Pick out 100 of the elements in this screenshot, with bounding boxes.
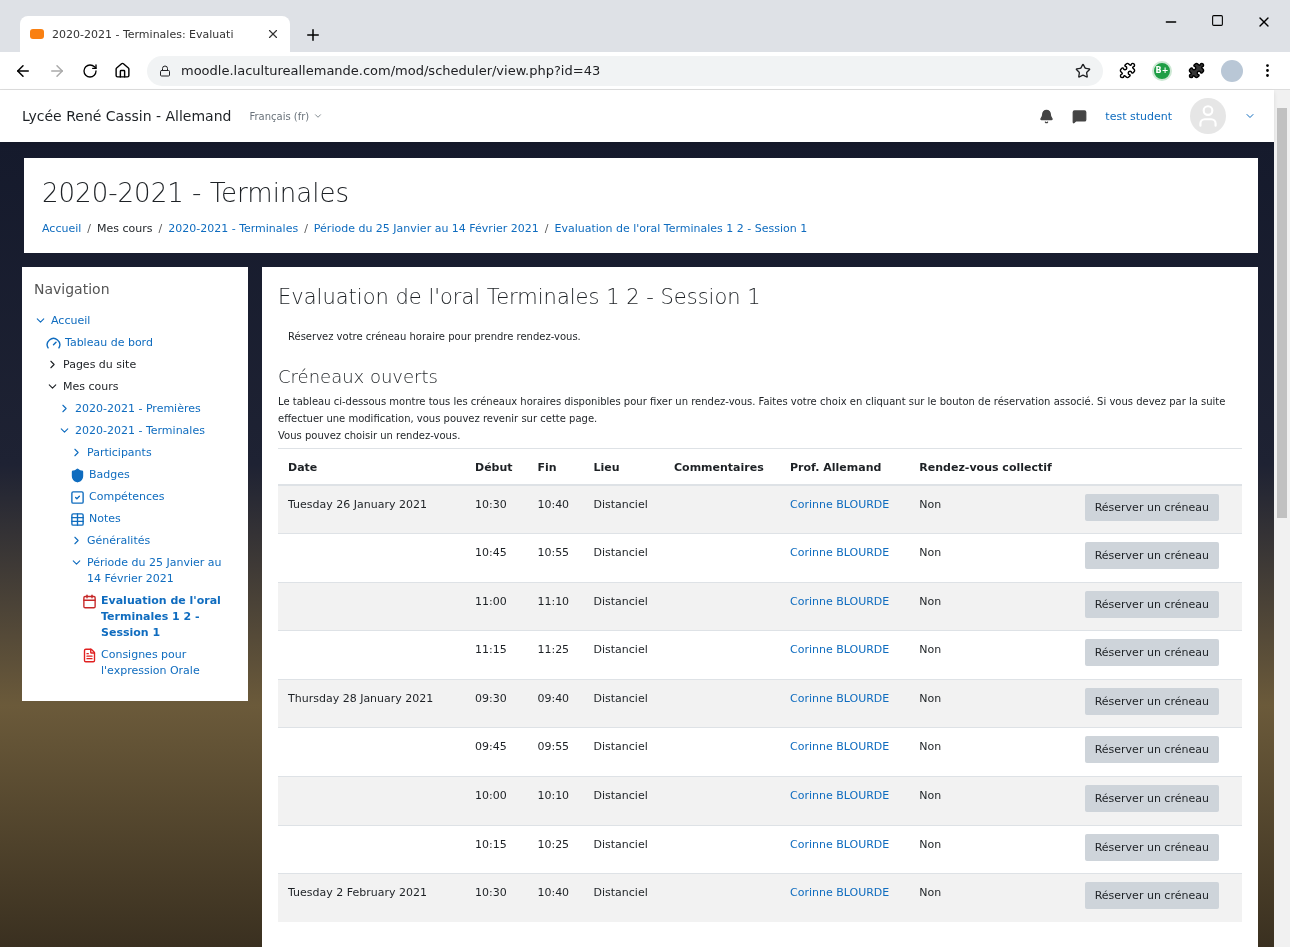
breadcrumb-item[interactable]: 2020-2021 - Terminales <box>168 222 299 235</box>
user-name[interactable]: test student <box>1105 109 1172 123</box>
nav-item[interactable]: Compétences <box>89 489 165 505</box>
nav-item[interactable]: Notes <box>89 511 121 527</box>
puzzle-icon[interactable] <box>1119 62 1136 79</box>
breadcrumb-item[interactable]: Accueil <box>42 222 82 235</box>
browser-tab[interactable]: 2020-2021 - Terminales: Evaluati <box>20 16 290 52</box>
star-icon[interactable] <box>1075 62 1091 79</box>
bell-icon[interactable] <box>1039 108 1055 124</box>
new-tab-icon[interactable] <box>304 26 322 44</box>
address-bar[interactable]: moodle.lacultureallemande.com/mod/scheduler/view.php?id=43 <box>147 55 1103 86</box>
chat-icon[interactable] <box>1072 108 1088 124</box>
nav-item[interactable]: Période du 25 Janvier au 14 Février 2021 <box>87 555 236 587</box>
table-cell: 10:45 <box>475 546 507 560</box>
table-cell: Non <box>919 789 942 803</box>
table-cell: Tuesday 26 January 2021 <box>288 498 427 511</box>
table-cell: 09:30 <box>475 691 507 705</box>
teacher-link[interactable]: Corinne BLOURDE <box>790 789 890 803</box>
nav-item[interactable]: Participants <box>87 445 152 461</box>
teacher-link[interactable]: Corinne BLOURDE <box>790 546 890 560</box>
book-slot-button[interactable]: Réserver un créneau <box>1084 833 1219 861</box>
breadcrumb-separator: / <box>544 222 549 235</box>
puzzle-icon[interactable] <box>1188 62 1205 79</box>
teacher-link[interactable]: Corinne BLOURDE <box>790 886 890 900</box>
nav-item[interactable]: Badges <box>89 467 130 483</box>
checkbox-icon <box>70 490 85 505</box>
breadcrumb-item: Mes cours <box>97 222 153 235</box>
book-slot-button[interactable]: Réserver un créneau <box>1084 542 1219 570</box>
table-cell: 09:40 <box>537 691 570 705</box>
page-title: Evaluation de l'oral Terminales 1 2 - Session 1 <box>278 285 762 309</box>
nav-item[interactable]: Généralités <box>87 533 151 549</box>
table-cell: 11:10 <box>537 594 570 608</box>
site-logo-icon <box>30 29 44 39</box>
table-cell: 10:55 <box>537 546 570 560</box>
site-name[interactable]: Lycée René Cassin - Allemand <box>22 108 232 124</box>
teacher-link[interactable]: Corinne BLOURDE <box>790 643 890 657</box>
table-cell: Distanciel <box>593 789 648 803</box>
table-cell: Distanciel <box>593 691 648 705</box>
table-cell: Tuesday 2 February 2021 <box>288 886 427 900</box>
nav-item[interactable]: Evaluation de l'oral Terminales 1 2 - Session 1 <box>101 593 236 641</box>
nav-item[interactable]: 2020-2021 - Premières <box>75 401 201 417</box>
table-cell: 11:00 <box>475 594 507 608</box>
breadcrumb-item[interactable]: Période du 25 Janvier au 14 Février 2021 <box>313 222 539 235</box>
nav-item[interactable]: Mes cours <box>63 379 119 395</box>
shield-icon <box>70 468 85 483</box>
teacher-link[interactable]: Corinne BLOURDE <box>790 740 890 754</box>
table-cell: 09:55 <box>537 740 570 754</box>
table-cell: Distanciel <box>593 837 648 851</box>
book-slot-button[interactable]: Réserver un créneau <box>1084 494 1219 521</box>
nav-item[interactable]: Accueil <box>51 313 91 329</box>
teacher-link[interactable]: Corinne BLOURDE <box>790 837 890 851</box>
book-slot-button[interactable]: Réserver un créneau <box>1084 639 1219 667</box>
breadcrumb-separator: / <box>304 222 308 235</box>
table-cell: 10:10 <box>537 789 570 803</box>
nav-item[interactable]: Consignes pour l'expression Orale <box>101 647 236 679</box>
intro-text: Réservez votre créneau horaire pour prendre rendez-vous. <box>288 331 582 342</box>
teacher-link[interactable]: Corinne BLOURDE <box>790 498 890 511</box>
table-cell: 11:15 <box>475 643 507 657</box>
breadcrumb-separator: / <box>87 222 91 235</box>
table-cell: 09:45 <box>475 740 507 754</box>
table-icon <box>70 512 85 527</box>
section-title: Créneaux ouverts <box>278 366 439 387</box>
note-text: Vous pouvez choisir un rendez-vous. <box>278 429 462 443</box>
breadcrumb-separator: / <box>158 222 163 235</box>
table-cell: Distanciel <box>593 498 648 511</box>
teacher-link[interactable]: Corinne BLOURDE <box>790 691 890 705</box>
maximize-icon[interactable] <box>1211 14 1224 27</box>
table-cell: 10:30 <box>475 886 507 900</box>
extension-badge[interactable]: B+ <box>1152 60 1172 81</box>
nav-item[interactable]: Tableau de bord <box>65 335 153 351</box>
close-icon[interactable] <box>266 27 280 41</box>
lock-icon <box>159 64 171 77</box>
table-cell: 10:25 <box>537 837 570 851</box>
table-cell: Non <box>919 546 942 560</box>
book-slot-button[interactable]: Réserver un créneau <box>1084 785 1219 813</box>
scrollbar-thumb[interactable] <box>1277 108 1287 518</box>
table-cell: Non <box>919 594 942 608</box>
table-cell: Non <box>919 886 942 900</box>
language-menu[interactable]: Français (fr) <box>249 110 324 122</box>
table-cell: 10:40 <box>537 886 570 900</box>
description-text: Le tableau ci-dessous montre tous les créneaux horaires disponibles pour fixer un rendez-vous. Faites votre choix en cliquant sur le bouton de réservation associé. Si vous devez par la suite effectuer une modification, vous pouvez revenir sur cette page. <box>278 395 1227 426</box>
table-cell: Distanciel <box>593 546 648 560</box>
panel-title: Navigation <box>34 281 111 297</box>
table-cell: Non <box>919 643 942 657</box>
teacher-link[interactable]: Corinne BLOURDE <box>790 594 890 608</box>
nav-item[interactable]: Pages du site <box>63 357 137 373</box>
breadcrumb-item[interactable]: Evaluation de l'oral Terminales 1 2 - Session 1 <box>554 222 808 235</box>
home-icon[interactable] <box>114 62 131 79</box>
calendar-icon <box>82 594 97 609</box>
table-cell: Distanciel <box>593 740 648 754</box>
book-slot-button[interactable]: Réserver un créneau <box>1084 882 1219 910</box>
nav-item[interactable]: 2020-2021 - Terminales <box>75 423 205 439</box>
book-slot-button[interactable]: Réserver un créneau <box>1084 736 1219 764</box>
reload-icon[interactable] <box>82 62 98 79</box>
book-slot-button[interactable]: Réserver un créneau <box>1084 687 1219 715</box>
table-cell: Non <box>919 498 942 511</box>
course-title: 2020-2021 - Terminales <box>42 178 351 208</box>
book-slot-button[interactable]: Réserver un créneau <box>1084 590 1219 618</box>
table-cell: Distanciel <box>593 643 648 657</box>
table-cell: 10:15 <box>475 837 507 851</box>
